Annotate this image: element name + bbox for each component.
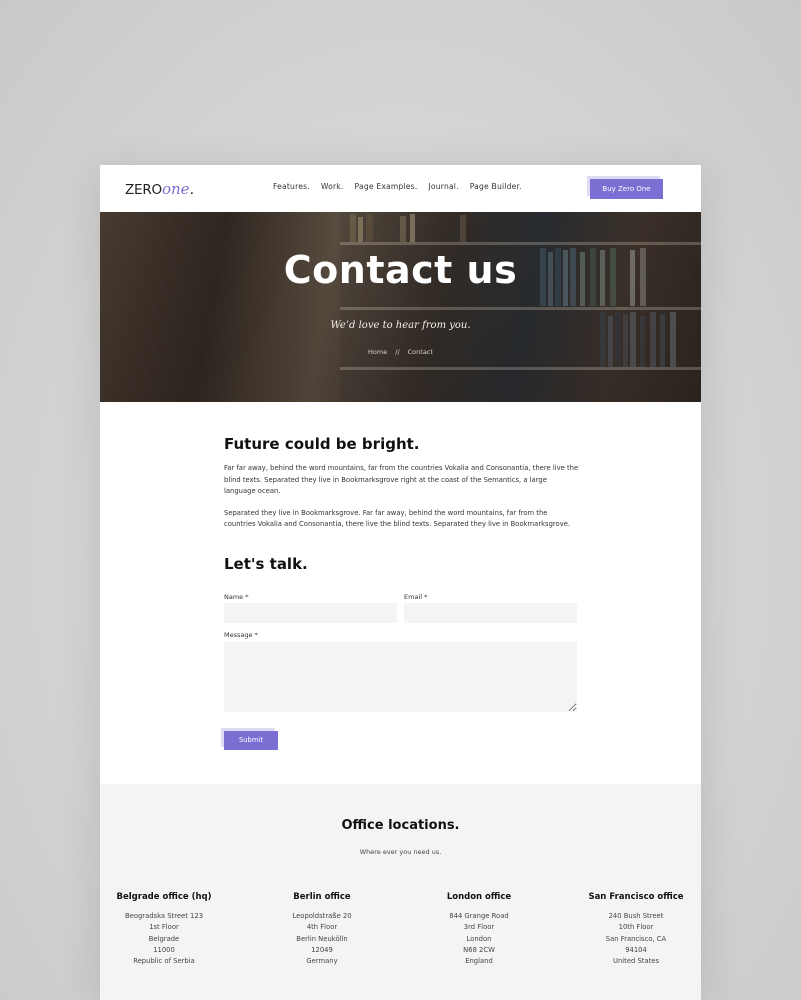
office-name: London office [446,892,512,902]
office-card-belgrade: Belgrade office (hq) Beogradska Street 1… [100,892,234,967]
form-heading: Let's talk. [224,555,308,573]
breadcrumb-current: Contact [407,348,433,356]
office-address-line: 4th Floor [306,923,338,932]
office-address-line: 844 Grange Road [449,912,509,920]
office-address-line: 94104 [625,945,647,954]
office-address-line: Beogradska Street 123 [124,912,204,920]
intro-paragraph-2: Separated they live in Bookmarksgrove. F… [224,508,571,529]
office-address-line: 12049 [311,945,333,954]
buy-button[interactable]: Buy Zero One [590,179,663,199]
office-card-san-francisco: San Francisco office 240 Bush Street 10t… [566,892,701,967]
hero-subtitle: We’d love to hear from you. [330,320,471,331]
nav-item-work[interactable]: Work. [321,182,344,191]
office-address-line: Berlin Neukölln [296,934,348,943]
nav-item-features[interactable]: Features. [273,182,310,191]
main-nav: Features. Work. Page Examples. Journal. … [273,182,533,191]
message-textarea[interactable] [224,642,577,712]
name-label: Name * [224,593,249,601]
office-address-line: San Francisco, CA [605,934,667,943]
logo-dot: . [189,182,195,198]
email-input[interactable] [404,603,577,623]
hero-background-image [340,212,701,402]
intro-heading: Future could be bright. [224,435,420,453]
office-address-line: N68 2CW [463,945,495,954]
offices-heading: Office locations. [341,818,460,833]
office-name: Berlin office [293,892,351,902]
office-address-line: London [466,934,492,943]
office-address-line: Republic of Serbia [133,957,195,966]
hero-banner: Contact us We’d love to hear from you. H… [100,212,701,402]
breadcrumb: Home // Contact [100,348,701,356]
office-name: Belgrade office (hq) [116,892,212,902]
submit-button[interactable]: Submit [224,731,278,750]
breadcrumb-separator: // [395,348,400,356]
intro-paragraph-1: Far far away, behind the word mountains,… [224,464,579,495]
logo-text-zero: ZERO [125,182,162,198]
nav-item-page-examples[interactable]: Page Examples. [355,182,418,191]
office-address-line: Leopoldstraße 20 [292,912,352,920]
message-label: Message * [224,631,258,639]
office-address-line: 3rd Floor [463,923,495,932]
nav-item-page-builder[interactable]: Page Builder. [470,182,522,191]
site-header: ZEROone. Features. Work. Page Examples. … [100,165,701,212]
office-address-line: 10th Floor [618,923,654,932]
page-card: ZEROone. Features. Work. Page Examples. … [100,165,701,1000]
breadcrumb-home[interactable]: Home [368,348,387,356]
office-address-line: 1st Floor [149,923,179,932]
page-title: Contact us [283,248,518,292]
intro-section: Future could be bright. Far far away, be… [224,435,579,531]
logo-text-one: one [161,180,190,198]
office-address-line: 11000 [153,945,175,954]
nav-item-journal[interactable]: Journal. [428,182,458,191]
office-locations-section: Office locations. Where ever you need us… [100,784,701,1000]
email-label: Email * [404,593,428,601]
logo[interactable]: ZEROone. [125,180,194,199]
name-input[interactable] [224,603,397,623]
office-address-line: England [465,957,493,966]
offices-subtitle: Where ever you need us. [359,848,442,856]
office-address-line: Germany [306,957,338,966]
office-address-line: United States [612,957,660,966]
office-card-berlin: Berlin office Leopoldstraße 20 4th Floor… [252,892,392,967]
office-name: San Francisco office [588,892,684,902]
office-address-line: 240 Bush Street [608,912,664,920]
office-address-line: Belgrade [148,934,180,943]
office-card-london: London office 844 Grange Road 3rd Floor … [409,892,549,967]
